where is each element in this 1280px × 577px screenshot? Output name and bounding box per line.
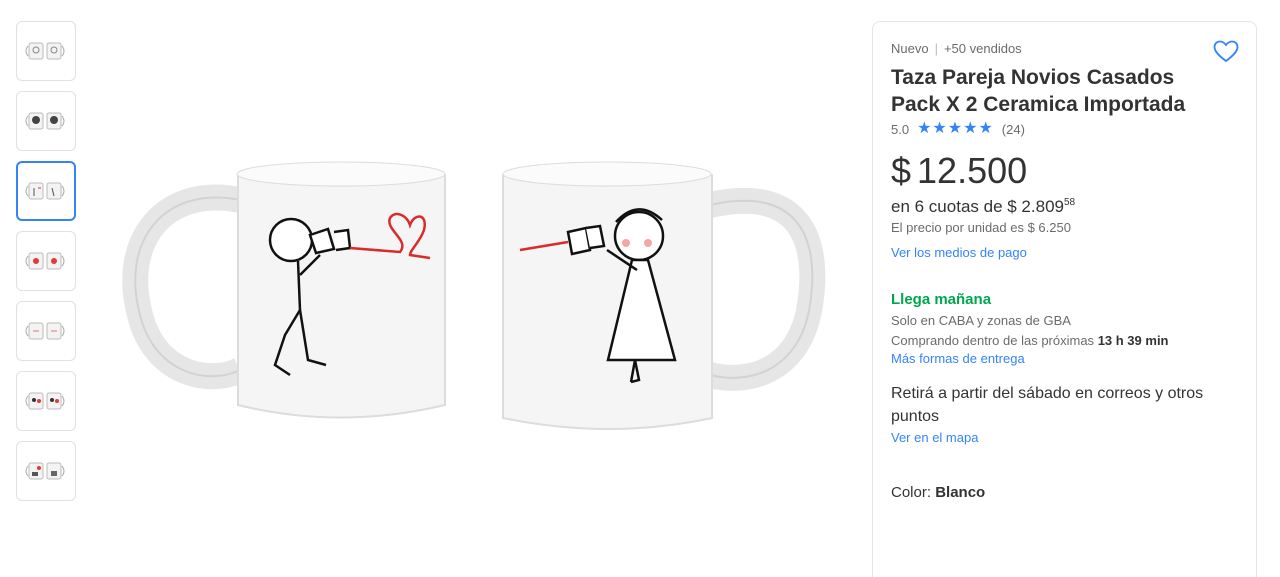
color-label: Color: xyxy=(891,484,932,501)
purchase-panel: Nuevo | +50 vendidos Taza Pareja Novios Ca… xyxy=(872,21,1257,577)
mug-pair-thumb-icon xyxy=(25,392,65,410)
star-icon: ★ xyxy=(963,120,978,137)
main-product-image[interactable] xyxy=(110,130,840,460)
color-value: Blanco xyxy=(935,484,986,501)
price: $12.500 xyxy=(891,151,1238,191)
installments: en 6 cuotas de $ 2.80958 xyxy=(891,193,1238,217)
price-currency: $ xyxy=(891,150,912,191)
star-icon: ★ xyxy=(932,120,947,137)
condition-label: Nuevo xyxy=(891,41,929,56)
thumbnail-5[interactable] xyxy=(16,301,76,361)
payment-methods-link[interactable]: Ver los medios de pago xyxy=(891,245,1027,260)
right-mug xyxy=(502,161,826,430)
mug-pair-thumb-icon xyxy=(25,182,65,200)
product-subtitle: Nuevo | +50 vendidos xyxy=(891,41,1238,57)
thumbnail-6[interactable] xyxy=(16,371,76,431)
price-amount: 12.500 xyxy=(917,150,1028,191)
pickup-info: Retirá a partir del sábado en correos y … xyxy=(891,385,1204,425)
thumbnail-1[interactable] xyxy=(16,21,76,81)
product-title: Taza Pareja Novios Casados Pack X 2 Cera… xyxy=(891,66,1186,116)
rating-stars: ★ ★ ★ ★ ★ xyxy=(917,121,994,137)
thumbnail-4[interactable] xyxy=(16,231,76,291)
left-mug xyxy=(122,161,446,419)
subtitle-separator: | xyxy=(934,41,938,56)
installments-text: en 6 cuotas de $ 2.809 xyxy=(891,197,1064,216)
mug-pair-thumb-icon xyxy=(25,42,65,60)
thumbnail-7[interactable] xyxy=(16,441,76,501)
rating-value: 5.0 xyxy=(891,121,910,137)
shipping-deadline-prefix: Comprando dentro de las próximas xyxy=(891,333,1095,348)
sold-count: +50 vendidos xyxy=(943,41,1022,56)
rating-summary[interactable]: 5.0 ★ ★ ★ ★ ★ (24) xyxy=(891,119,1238,139)
rating-count: (24) xyxy=(1001,121,1025,137)
mug-pair-thumb-icon xyxy=(25,252,65,270)
more-delivery-options-link[interactable]: Más formas de entrega xyxy=(891,351,1025,366)
favorite-button[interactable] xyxy=(1213,40,1239,64)
thumbnail-3[interactable] xyxy=(16,161,76,221)
mug-pair-illustration xyxy=(122,161,826,430)
view-map-link[interactable]: Ver en el mapa xyxy=(891,430,978,445)
star-icon: ★ xyxy=(947,120,963,137)
thumbnail-list xyxy=(16,21,77,511)
heart-outline-icon xyxy=(1213,40,1239,63)
mug-pair-thumb-icon xyxy=(25,112,65,130)
shipping-title: Llega mañana xyxy=(891,291,992,308)
star-icon: ★ xyxy=(917,120,932,137)
color-variant: Color: Blanco xyxy=(891,484,1238,501)
shipping-zone: Solo en CABA y zonas de GBA xyxy=(891,313,1071,328)
thumbnail-2[interactable] xyxy=(16,91,76,151)
mug-pair-thumb-icon xyxy=(25,322,65,340)
installments-cents: 58 xyxy=(1063,197,1076,208)
star-icon: ★ xyxy=(978,120,993,137)
mug-pair-thumb-icon xyxy=(25,462,65,480)
shipping-deadline: Comprando dentro de las próximas 13 h 39… xyxy=(891,333,1238,348)
unit-price: El precio por unidad es $ 6.250 xyxy=(891,220,1071,235)
shipping-deadline-time: 13 h 39 min xyxy=(1097,333,1169,348)
